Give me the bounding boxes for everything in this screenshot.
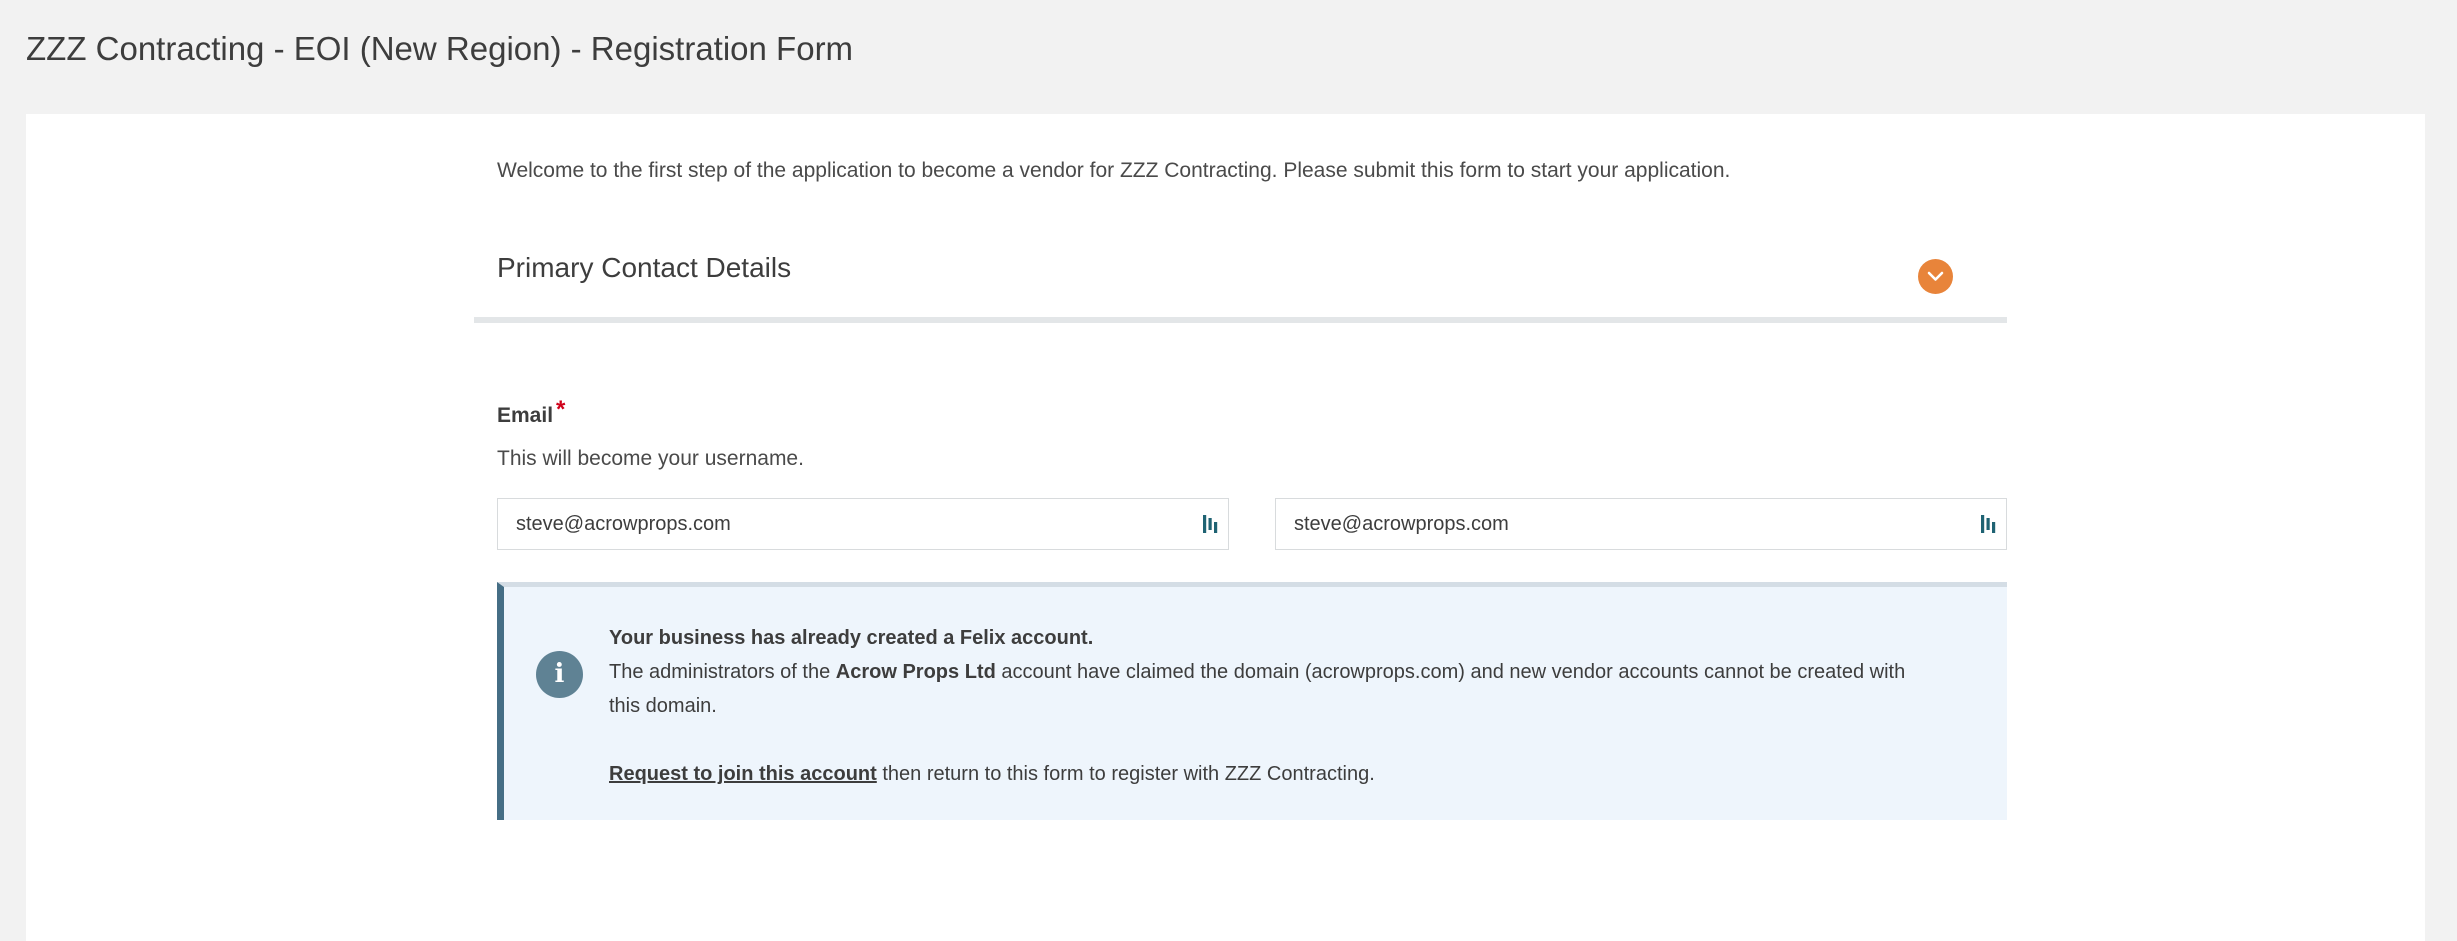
domain-claimed-alert: i Your business has already created a Fe… bbox=[497, 582, 2007, 820]
email-label: Email bbox=[497, 404, 554, 427]
alert-heading: Your business has already created a Feli… bbox=[609, 627, 1094, 649]
section-title: Primary Contact Details bbox=[497, 252, 792, 283]
confirm-email-field[interactable] bbox=[1294, 499, 1954, 549]
required-indicator: * bbox=[556, 396, 566, 423]
intro-text: Welcome to the first step of the applica… bbox=[497, 159, 1731, 182]
chevron-down-icon bbox=[1927, 271, 1944, 281]
alert-body: The administrators of the Acrow Props Lt… bbox=[609, 655, 1939, 723]
alert-action-suffix: then return to this form to register wit… bbox=[876, 763, 1375, 785]
section-header-primary-contact[interactable]: Primary Contact Details bbox=[474, 244, 2007, 323]
email-help-text: This will become your username. bbox=[497, 447, 804, 470]
section-toggle-button[interactable] bbox=[1918, 259, 1953, 294]
form-card: Welcome to the first step of the applica… bbox=[26, 114, 2425, 941]
alert-message: Your business has already created a Feli… bbox=[609, 621, 1939, 791]
alert-action: Request to join this account then return… bbox=[609, 757, 1939, 791]
company-name: Acrow Props Ltd bbox=[835, 661, 996, 683]
password-manager-icon[interactable] bbox=[1202, 513, 1220, 535]
confirm-email-field-wrapper bbox=[1275, 498, 2007, 550]
page-title: ZZZ Contracting - EOI (New Region) - Reg… bbox=[26, 30, 854, 67]
email-field-wrapper bbox=[497, 498, 1229, 550]
email-field[interactable] bbox=[516, 499, 1176, 549]
info-icon: i bbox=[536, 651, 583, 698]
request-to-join-link[interactable]: Request to join this account bbox=[609, 763, 877, 785]
password-manager-icon[interactable] bbox=[1980, 513, 1998, 535]
alert-body-prefix: The administrators of the bbox=[609, 661, 836, 683]
